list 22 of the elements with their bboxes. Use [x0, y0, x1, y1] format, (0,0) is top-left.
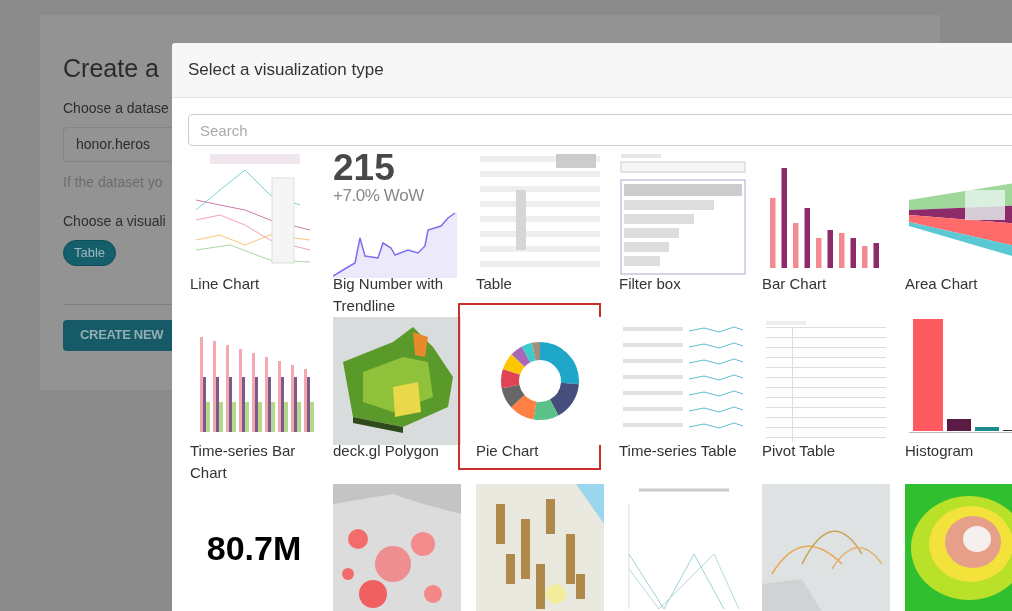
viz-type-name[interactable]: Big Number with Trendline — [333, 273, 461, 317]
viz-type-name[interactable]: Time-series Table — [619, 440, 747, 462]
viz-type-name[interactable]: Line Chart — [190, 273, 318, 295]
viz-type-name[interactable]: Histogram — [905, 440, 1012, 462]
viz-type-name[interactable]: Time-series Bar Chart — [190, 440, 318, 484]
viz-type-name[interactable]: Table — [476, 273, 604, 295]
viz-type-name[interactable]: Pie Chart — [476, 440, 604, 462]
viz-type-name[interactable]: Filter box — [619, 273, 747, 295]
big-number: 215 — [333, 150, 395, 186]
field-label: Choose a datase — [63, 99, 169, 118]
field-label: Choose a visuali — [63, 212, 166, 231]
viz-tag[interactable]: Table — [63, 240, 117, 266]
search-field[interactable]: Search — [188, 114, 1012, 146]
selected-card[interactable]: Pie Chart — [458, 303, 601, 470]
viz-type-name[interactable]: deck.gl Polygon — [333, 440, 461, 462]
modal-title: Select a visualization type — [188, 59, 384, 82]
viz-type-name[interactable]: Area Chart — [905, 273, 1012, 295]
viz-type-name[interactable]: Pivot Table — [762, 440, 890, 462]
page-title: Create a — [63, 53, 159, 83]
big-number: 80.7M — [206, 527, 302, 569]
viz-type-name[interactable]: Bar Chart — [762, 273, 890, 295]
big-number-subtitle: +7.0% WoW — [333, 186, 424, 206]
